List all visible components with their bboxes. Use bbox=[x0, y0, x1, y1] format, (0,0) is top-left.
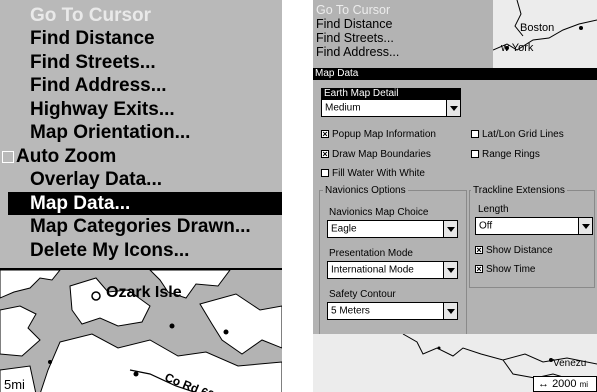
earth-map-detail-dropdown[interactable]: Medium bbox=[321, 99, 461, 117]
map-scale-indicator: ↔ 2000 mi bbox=[533, 376, 597, 392]
menu-item-label: Find Distance bbox=[30, 28, 155, 49]
chevron-down-icon[interactable] bbox=[578, 218, 592, 234]
map-data-dialog-title: Map Data bbox=[313, 68, 597, 80]
map-label-ozark-isle: Ozark Isle bbox=[106, 284, 182, 301]
menu-item-highway-exits[interactable]: Highway Exits... bbox=[0, 98, 282, 121]
checkbox-icon[interactable] bbox=[321, 150, 329, 158]
menu-item-label: Delete My Icons... bbox=[30, 240, 190, 261]
chevron-down-icon[interactable] bbox=[443, 262, 457, 278]
map-data-dialog: Earth Map Detail Medium Popup Map Inform… bbox=[313, 80, 597, 336]
trackline-extensions-title: Trackline Extensions bbox=[471, 185, 567, 196]
menu-item-map-categories-drawn[interactable]: Map Categories Drawn... bbox=[0, 215, 282, 238]
checkbox-label: Show Time bbox=[486, 264, 536, 275]
safety-contour-label: Safety Contour bbox=[329, 289, 396, 300]
dropdown-value: Medium bbox=[325, 102, 361, 114]
right-screen: Boston w York Go To Cursor Find Distance… bbox=[313, 0, 597, 392]
safety-contour-dropdown[interactable]: 5 Meters bbox=[327, 302, 458, 320]
left-map-view[interactable]: Ozark Isle Co Rd 60 5mi bbox=[0, 268, 282, 392]
checkbox-label: Lat/Lon Grid Lines bbox=[482, 129, 564, 140]
scale-arrow-icon: ↔ bbox=[538, 378, 549, 390]
right-map-top-view[interactable] bbox=[492, 0, 597, 68]
popup-map-information-checkbox[interactable]: Popup Map Information bbox=[321, 129, 436, 141]
range-rings-checkbox[interactable]: Range Rings bbox=[471, 149, 540, 161]
show-distance-checkbox[interactable]: Show Distance bbox=[475, 245, 553, 257]
dropdown-value: 5 Meters bbox=[331, 305, 370, 317]
menu-item-overlay-data[interactable]: Overlay Data... bbox=[0, 168, 282, 191]
checkbox-icon[interactable] bbox=[321, 169, 329, 177]
map-label-new-york: w York bbox=[501, 42, 534, 54]
chevron-down-icon[interactable] bbox=[443, 221, 457, 237]
dropdown-value: International Mode bbox=[331, 264, 414, 276]
menu-item-delete-my-icons[interactable]: Delete My Icons... bbox=[0, 239, 282, 262]
auto-zoom-checkbox[interactable] bbox=[2, 151, 14, 163]
left-screen: Go To Cursor Find Distance Find Streets.… bbox=[0, 0, 282, 392]
checkbox-icon[interactable] bbox=[471, 150, 479, 158]
right-map-bottom-view[interactable]: Venezu ↔ 2000 mi bbox=[313, 334, 597, 392]
menu-item-find-distance[interactable]: Find Distance bbox=[0, 27, 282, 50]
menu-item-map-data[interactable]: Map Data... bbox=[8, 192, 282, 216]
menu-item-go-to-cursor[interactable]: Go To Cursor bbox=[0, 4, 282, 27]
trackline-length-dropdown[interactable]: Off bbox=[475, 217, 593, 235]
menu-item-label: Overlay Data... bbox=[30, 169, 163, 190]
trackline-length-label: Length bbox=[478, 204, 509, 215]
menu-item-label: Auto Zoom bbox=[16, 146, 117, 167]
presentation-mode-dropdown[interactable]: International Mode bbox=[327, 261, 458, 279]
menu-item-find-streets[interactable]: Find Streets... bbox=[0, 51, 282, 74]
navionics-map-choice-label: Navionics Map Choice bbox=[329, 207, 429, 218]
menu-item-label: Find Streets... bbox=[30, 52, 156, 73]
presentation-mode-label: Presentation Mode bbox=[329, 248, 413, 259]
dropdown-value: Eagle bbox=[331, 223, 357, 235]
checkbox-label: Show Distance bbox=[486, 245, 553, 256]
menu-item-map-orientation[interactable]: Map Orientation... bbox=[0, 121, 282, 144]
coastline-graphic bbox=[492, 0, 597, 51]
menu-item-find-address[interactable]: Find Address... bbox=[316, 45, 399, 59]
checkbox-icon[interactable] bbox=[475, 246, 483, 254]
menu-item-label: Map Data... bbox=[30, 193, 131, 214]
checkbox-icon[interactable] bbox=[471, 130, 479, 138]
map-label-boston: Boston bbox=[520, 22, 555, 34]
checkbox-icon[interactable] bbox=[321, 130, 329, 138]
checkbox-icon[interactable] bbox=[475, 265, 483, 273]
menu-item-auto-zoom[interactable]: Auto Zoom bbox=[0, 145, 282, 168]
chevron-down-icon[interactable] bbox=[446, 100, 460, 116]
menu-item-label: Go To Cursor bbox=[30, 5, 152, 26]
menu-item-go-to-cursor[interactable]: Go To Cursor bbox=[316, 3, 390, 17]
dropdown-value: Off bbox=[479, 220, 493, 232]
checkbox-label: Popup Map Information bbox=[332, 129, 436, 140]
navionics-options-title: Navionics Options bbox=[323, 185, 408, 196]
chevron-down-icon[interactable] bbox=[443, 303, 457, 319]
scale-value: 2000 bbox=[552, 378, 577, 390]
scale-unit: mi bbox=[579, 380, 589, 389]
menu-item-find-distance[interactable]: Find Distance bbox=[316, 17, 392, 31]
left-map-menu: Go To Cursor Find Distance Find Streets.… bbox=[0, 0, 282, 268]
menu-item-label: Find Address... bbox=[30, 75, 167, 96]
show-time-checkbox[interactable]: Show Time bbox=[475, 264, 535, 276]
checkbox-label: Fill Water With White bbox=[332, 168, 425, 179]
menu-item-label: Map Categories Drawn... bbox=[30, 216, 251, 237]
map-label-venezuela: Venezu bbox=[553, 358, 587, 369]
navionics-map-choice-dropdown[interactable]: Eagle bbox=[327, 220, 458, 238]
checkbox-label: Draw Map Boundaries bbox=[332, 149, 431, 160]
menu-item-label: Map Orientation... bbox=[30, 122, 191, 143]
lat-lon-grid-lines-checkbox[interactable]: Lat/Lon Grid Lines bbox=[471, 129, 564, 141]
fill-water-with-white-checkbox[interactable]: Fill Water With White bbox=[321, 168, 425, 180]
map-scale-label: 5mi bbox=[4, 377, 25, 392]
earth-map-detail-label: Earth Map Detail bbox=[321, 88, 461, 99]
checkbox-label: Range Rings bbox=[482, 149, 540, 160]
menu-item-label: Highway Exits... bbox=[30, 99, 175, 120]
draw-map-boundaries-checkbox[interactable]: Draw Map Boundaries bbox=[321, 149, 431, 161]
menu-item-find-streets[interactable]: Find Streets... bbox=[316, 31, 394, 45]
menu-item-find-address[interactable]: Find Address... bbox=[0, 74, 282, 97]
